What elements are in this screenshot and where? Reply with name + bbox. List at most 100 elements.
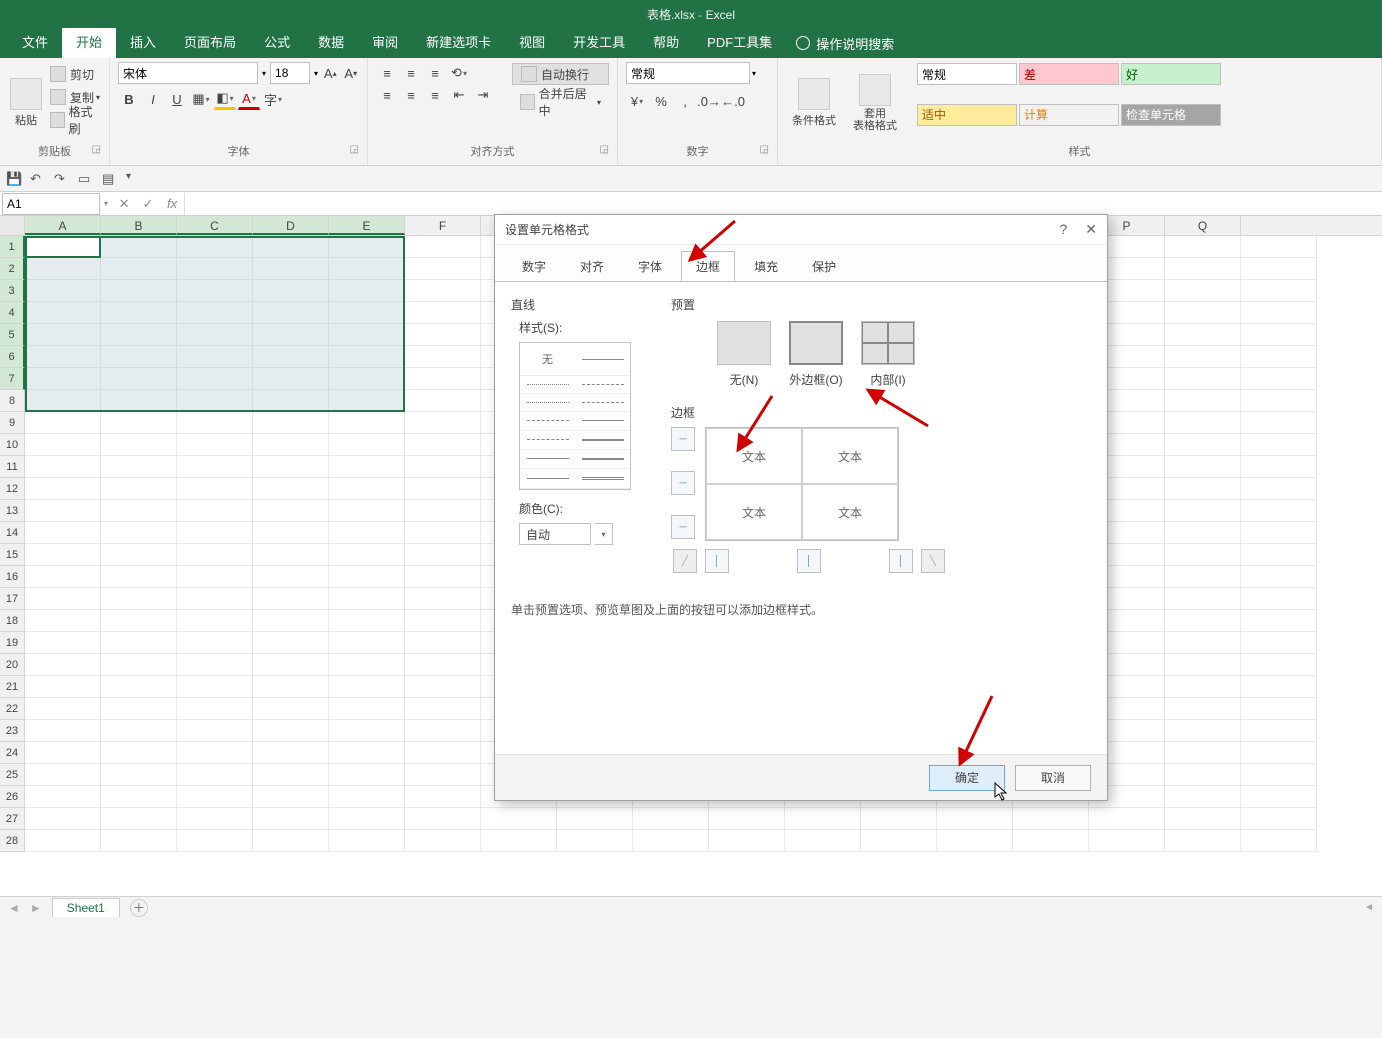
line-style-option[interactable] [520,376,575,394]
help-button[interactable]: ? [1059,221,1067,238]
comma-button[interactable]: , [674,90,696,112]
cell[interactable] [1165,720,1241,742]
col-header[interactable]: F [405,216,481,235]
cell[interactable] [709,830,785,852]
border-top-button[interactable]: ─ [671,427,695,451]
cell[interactable] [329,566,405,588]
row-header[interactable]: 9 [0,412,25,434]
expand-icon[interactable]: ◲ [350,141,359,159]
cell[interactable] [253,434,329,456]
line-style-option[interactable] [520,469,575,489]
cell[interactable] [25,764,101,786]
conditional-format-button[interactable]: 条件格式 [786,62,842,143]
select-all-corner[interactable] [0,216,25,235]
cell[interactable] [253,302,329,324]
decrease-decimal-button[interactable]: ←.0 [722,90,744,112]
border-left-button[interactable]: │ [705,549,729,573]
color-dropdown[interactable]: ▾ [595,523,613,545]
align-top-button[interactable]: ≡ [376,62,398,84]
increase-decimal-button[interactable]: .0→ [698,90,720,112]
cell[interactable] [25,830,101,852]
cell[interactable] [177,566,253,588]
cell[interactable] [405,522,481,544]
cell[interactable] [177,302,253,324]
row-header[interactable]: 21 [0,676,25,698]
line-style-picker[interactable]: 无 [519,342,631,490]
cell[interactable] [785,830,861,852]
cell[interactable] [177,830,253,852]
undo-button[interactable]: ↶ [30,171,46,187]
cell[interactable] [633,808,709,830]
cell[interactable] [405,544,481,566]
col-header[interactable]: C [177,216,253,235]
row-header[interactable]: 2 [0,258,25,280]
cell[interactable] [1241,236,1317,258]
preset-none[interactable]: 无(N) [717,321,771,388]
cell[interactable] [785,808,861,830]
row-header[interactable]: 13 [0,500,25,522]
cell[interactable] [177,456,253,478]
cell[interactable] [329,522,405,544]
cell[interactable] [25,522,101,544]
cell[interactable] [25,478,101,500]
row-header[interactable]: 1 [0,236,25,258]
cell[interactable] [329,698,405,720]
cell[interactable] [101,742,177,764]
cell[interactable] [557,808,633,830]
cell[interactable] [101,808,177,830]
tab-data[interactable]: 数据 [304,28,358,58]
line-style-option[interactable] [575,450,630,469]
cell[interactable] [633,830,709,852]
cell[interactable] [253,830,329,852]
row-header[interactable]: 16 [0,566,25,588]
cell[interactable] [329,236,405,258]
align-center-button[interactable]: ≡ [400,84,422,106]
cell[interactable] [25,346,101,368]
cell[interactable] [1165,302,1241,324]
merge-center-button[interactable]: 合并后居中▾ [512,91,609,113]
cell[interactable] [177,280,253,302]
cell[interactable] [253,258,329,280]
cell[interactable] [177,346,253,368]
increase-font-button[interactable]: A▴ [322,62,338,84]
cell[interactable] [1165,500,1241,522]
cell[interactable] [405,610,481,632]
cell[interactable] [101,786,177,808]
cell[interactable] [177,368,253,390]
cell[interactable] [861,808,937,830]
cell[interactable] [1241,632,1317,654]
format-painter-button[interactable]: 格式刷 [50,109,101,131]
cell[interactable] [1241,368,1317,390]
row-header[interactable]: 11 [0,456,25,478]
cell[interactable] [405,764,481,786]
cell[interactable] [1165,588,1241,610]
cell[interactable] [329,654,405,676]
cell[interactable] [177,522,253,544]
border-diag2-button[interactable]: ╲ [921,549,945,573]
cell[interactable] [101,676,177,698]
wrap-text-button[interactable]: 自动换行 [512,63,609,85]
font-color-button[interactable]: A [238,88,260,110]
cell[interactable] [861,830,937,852]
cell[interactable] [1165,830,1241,852]
cell[interactable] [405,346,481,368]
cell[interactable] [1165,346,1241,368]
cell[interactable] [177,698,253,720]
cell[interactable] [101,412,177,434]
cell[interactable] [253,566,329,588]
cell[interactable] [25,236,101,258]
font-name-input[interactable] [118,62,258,84]
cell[interactable] [1241,764,1317,786]
cell[interactable] [329,412,405,434]
cell[interactable] [177,632,253,654]
cell[interactable] [329,500,405,522]
row-header[interactable]: 20 [0,654,25,676]
cell[interactable] [1241,390,1317,412]
cell[interactable] [253,698,329,720]
cell[interactable] [937,808,1013,830]
italic-button[interactable]: I [142,88,164,110]
currency-button[interactable]: ¥ [626,90,648,112]
align-left-button[interactable]: ≡ [376,84,398,106]
style-good[interactable]: 好 [1121,63,1221,85]
cell[interactable] [177,786,253,808]
